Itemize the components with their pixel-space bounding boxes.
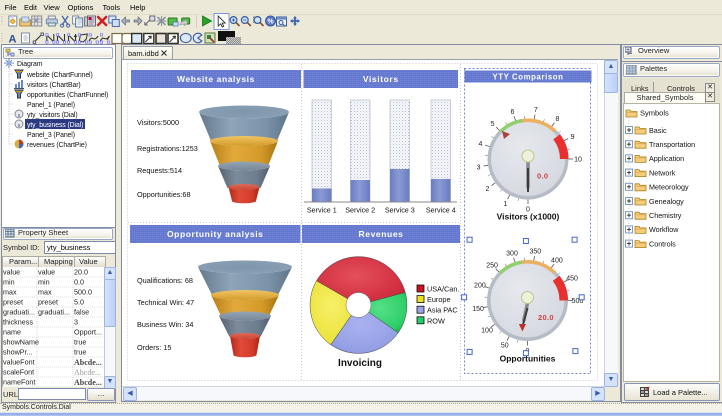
- svg-text:3: 3: [74, 318, 78, 327]
- svg-text:Website analysis: Website analysis: [177, 74, 255, 84]
- svg-text:Basic: Basic: [649, 126, 667, 135]
- svg-text:8: 8: [555, 116, 559, 123]
- svg-text:Business Win: 34: Business Win: 34: [137, 320, 193, 329]
- svg-text:20.0: 20.0: [74, 268, 88, 277]
- svg-text:Workflow: Workflow: [649, 225, 679, 234]
- svg-text:visitors (ChartBar): visitors (ChartBar): [27, 82, 81, 89]
- svg-text:Technical Win: 47: Technical Win: 47: [137, 298, 194, 307]
- svg-text:400: 400: [551, 258, 563, 265]
- svg-text:Service 2: Service 2: [345, 206, 375, 215]
- svg-text:250: 250: [486, 263, 498, 270]
- svg-text:Network: Network: [649, 168, 676, 177]
- svg-text:Genealogy: Genealogy: [649, 197, 684, 206]
- svg-text:opportunities (ChartFunnel): opportunities (ChartFunnel): [27, 92, 108, 99]
- svg-text:showPr...: showPr...: [3, 348, 33, 357]
- svg-text:50: 50: [501, 343, 509, 350]
- svg-text:Europe: Europe: [427, 295, 451, 304]
- svg-text:nameFont: nameFont: [3, 378, 35, 387]
- svg-text:5: 5: [491, 121, 495, 128]
- svg-text:revenues (ChartPie): revenues (ChartPie): [27, 142, 87, 149]
- svg-text:Opport...: Opport...: [74, 328, 102, 337]
- svg-text:350: 350: [529, 249, 541, 256]
- svg-text:value: value: [38, 268, 55, 277]
- svg-text:preset: preset: [38, 298, 58, 307]
- svg-text:yty_visitors (Dial): yty_visitors (Dial): [27, 112, 78, 119]
- svg-text:false: false: [74, 308, 89, 317]
- svg-text:graduati...: graduati...: [38, 308, 70, 317]
- svg-text:USA/Can.: USA/Can.: [427, 285, 459, 294]
- svg-text:valueFont: valueFont: [3, 358, 35, 367]
- svg-text:yty_business (Dial): yty_business (Dial): [27, 122, 83, 129]
- svg-text:Panel_1 (Panel): Panel_1 (Panel): [27, 102, 75, 109]
- svg-text:Revenues: Revenues: [359, 229, 404, 239]
- svg-text:2: 2: [486, 186, 490, 193]
- svg-text:200: 200: [474, 283, 486, 290]
- svg-text:true: true: [74, 338, 86, 347]
- svg-text:Meteorology: Meteorology: [649, 183, 689, 192]
- svg-text:Service 1: Service 1: [307, 206, 337, 215]
- svg-text:thickness: thickness: [3, 318, 33, 327]
- svg-text:500.0: 500.0: [74, 288, 92, 297]
- svg-text:min: min: [38, 278, 50, 287]
- svg-text:Diagram: Diagram: [17, 61, 43, 68]
- svg-text:preset: preset: [3, 298, 23, 307]
- svg-text:max: max: [3, 288, 17, 297]
- svg-text:name: name: [3, 328, 21, 337]
- svg-text:Opportunities:68: Opportunities:68: [137, 190, 191, 199]
- svg-text:0.0: 0.0: [537, 172, 548, 181]
- svg-text:Symbols: Symbols: [640, 109, 669, 118]
- svg-text:min: min: [3, 278, 15, 287]
- svg-text:Abcde...: Abcde...: [74, 378, 102, 387]
- svg-text:Visitors:5000: Visitors:5000: [137, 118, 179, 127]
- svg-text:300: 300: [506, 250, 518, 257]
- svg-text:Requests:514: Requests:514: [137, 166, 182, 175]
- svg-text:Opportunity analysis: Opportunity analysis: [167, 229, 264, 239]
- svg-text:Application: Application: [649, 154, 684, 163]
- svg-text:Controls: Controls: [649, 239, 676, 248]
- svg-text:YTY Comparison: YTY Comparison: [492, 73, 563, 82]
- svg-text:true: true: [74, 348, 86, 357]
- svg-text:Panel_3 (Panel): Panel_3 (Panel): [27, 132, 75, 139]
- svg-text:Visitors: Visitors: [363, 74, 399, 84]
- svg-text:10: 10: [574, 157, 582, 164]
- svg-text:450: 450: [566, 275, 578, 282]
- svg-text:6: 6: [511, 109, 515, 116]
- svg-text:Asia PAC: Asia PAC: [427, 306, 458, 315]
- svg-text:value: value: [3, 268, 20, 277]
- svg-text:1: 1: [503, 201, 507, 208]
- svg-text:graduati...: graduati...: [3, 308, 35, 317]
- svg-text:Registrations:1253: Registrations:1253: [137, 144, 198, 153]
- svg-text:Invoicing: Invoicing: [338, 358, 382, 369]
- svg-text:scaleFont: scaleFont: [3, 368, 34, 377]
- svg-text:Visitors (x1000): Visitors (x1000): [497, 212, 560, 222]
- svg-text:Chemistry: Chemistry: [649, 211, 682, 220]
- svg-text:Transportation: Transportation: [649, 140, 695, 149]
- svg-text:max: max: [38, 288, 52, 297]
- svg-text:150: 150: [472, 306, 484, 313]
- svg-text:Qualifications: 68: Qualifications: 68: [137, 276, 193, 285]
- svg-text:0.0: 0.0: [74, 278, 84, 287]
- svg-text:Service 3: Service 3: [385, 206, 415, 215]
- svg-text:Abcde...: Abcde...: [74, 368, 101, 377]
- svg-text:showName: showName: [3, 338, 39, 347]
- svg-text:3: 3: [477, 164, 481, 171]
- svg-text:9: 9: [571, 134, 575, 141]
- svg-text:Abcde...: Abcde...: [74, 358, 102, 367]
- svg-text:%: %: [267, 18, 274, 25]
- svg-text:ROW: ROW: [427, 316, 445, 325]
- svg-text:7: 7: [534, 107, 538, 114]
- svg-text:Service 4: Service 4: [426, 206, 456, 215]
- svg-text:website (ChartFunnel): website (ChartFunnel): [26, 72, 93, 79]
- svg-text:4: 4: [478, 141, 482, 148]
- svg-text:5.0: 5.0: [74, 298, 84, 307]
- svg-text:20.0: 20.0: [538, 313, 554, 322]
- svg-text:Orders: 15: Orders: 15: [137, 343, 171, 352]
- svg-text:100: 100: [481, 327, 493, 334]
